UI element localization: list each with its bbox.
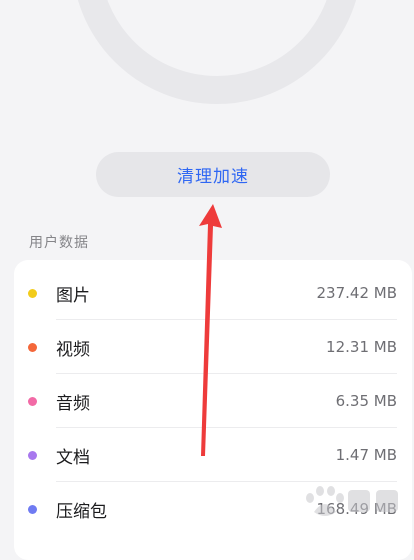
archives-color-dot	[28, 504, 37, 514]
images-color-dot	[28, 288, 37, 298]
list-item-size: 6.35 MB	[335, 392, 397, 410]
list-item-size: 237.42 MB	[316, 284, 398, 302]
videos-color-dot	[28, 342, 37, 352]
user-data-section-title: 用户数据	[29, 235, 89, 251]
documents-color-dot	[28, 450, 37, 460]
list-item-images[interactable]: 图片 237.42 MB	[14, 266, 412, 320]
list-item-label: 文档	[56, 447, 90, 468]
storage-ring	[77, 0, 357, 104]
list-item-size: 12.31 MB	[326, 338, 397, 356]
list-item-label: 压缩包	[56, 501, 107, 522]
list-item-size: 1.47 MB	[335, 446, 397, 464]
list-item-documents[interactable]: 文档 1.47 MB	[14, 428, 412, 482]
list-item-label: 图片	[56, 285, 90, 306]
clean-accelerate-button[interactable]: 清理加速	[96, 152, 330, 197]
list-item-videos[interactable]: 视频 12.31 MB	[14, 320, 412, 374]
baidu-paw-logo-icon	[306, 486, 398, 516]
list-item-label: 音频	[56, 393, 90, 414]
list-item-audio[interactable]: 音频 6.35 MB	[14, 374, 412, 428]
list-item-label: 视频	[56, 339, 90, 360]
audio-color-dot	[28, 396, 37, 406]
